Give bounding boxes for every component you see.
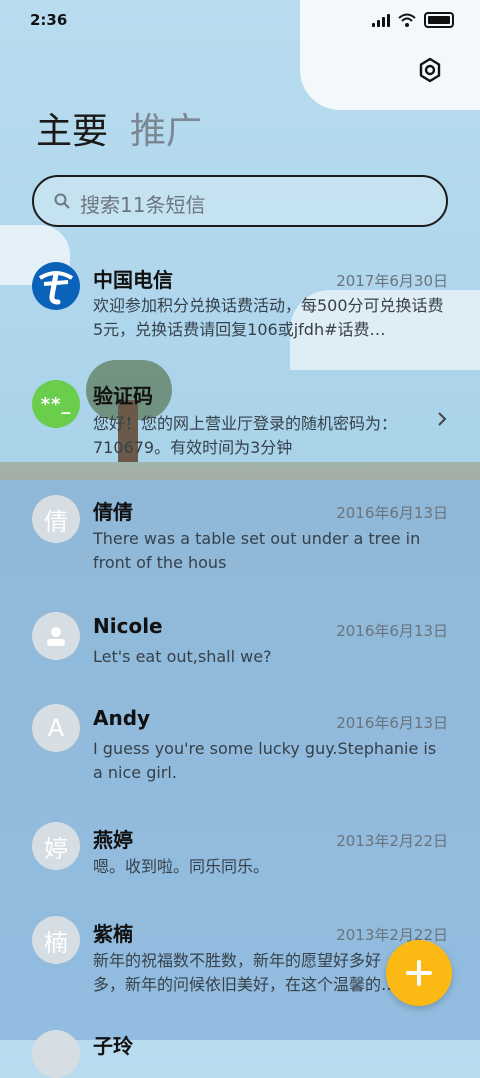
message-date: 2017年6月30日: [336, 272, 448, 290]
chevron-right-icon[interactable]: [436, 412, 448, 426]
message-preview: There was a table set out under a tree i…: [93, 529, 421, 572]
message-preview: 您好！您的网上营业厅登录的随机密码为：710679。有效时间为3分钟: [93, 414, 398, 457]
tab-primary[interactable]: 主要: [36, 108, 108, 156]
message-date: 2016年6月13日: [336, 504, 448, 522]
message-preview: I guess you're some lucky guy.Stephanie …: [93, 739, 437, 782]
avatar: [32, 262, 80, 310]
status-time: 2:36: [30, 11, 68, 29]
contact-name: 燕婷: [93, 828, 133, 852]
avatar: [32, 612, 80, 660]
avatar: 楠: [32, 916, 80, 964]
conversation-row[interactable]: Nicole 2016年6月13日 Let's eat out,shall we…: [0, 608, 480, 688]
person-icon: [47, 627, 65, 646]
signal-icon: [372, 13, 390, 27]
folder-tabs: 主要 推广: [36, 108, 202, 156]
message-preview: 新年的祝福数不胜数，新年的愿望好多好多，新年的问候依旧美好，在这个温馨的时刻: [93, 951, 397, 994]
search-bar[interactable]: 搜索11条短信: [32, 175, 448, 227]
status-bar: 2:36: [0, 0, 480, 40]
contact-name: 紫楠: [93, 922, 133, 946]
avatar: 婷: [32, 822, 80, 870]
search-icon: [54, 193, 70, 209]
battery-icon: [424, 12, 454, 28]
message-preview: Let's eat out,shall we?: [93, 647, 272, 666]
conversation-row[interactable]: 婷 燕婷 2013年2月22日 嗯。收到啦。同乐同乐。: [0, 822, 480, 898]
contact-name: 倩倩: [93, 500, 133, 524]
contact-name: 子玲: [93, 1034, 133, 1058]
avatar: **_: [32, 380, 80, 428]
conversation-row[interactable]: **_ 验证码 您好！您的网上营业厅登录的随机密码为：710679。有效时间为3…: [0, 372, 480, 468]
status-icons: [372, 12, 454, 28]
contact-name: 验证码: [93, 384, 153, 408]
new-message-button[interactable]: [386, 940, 452, 1006]
china-telecom-logo: [32, 262, 80, 310]
contact-name: Andy: [93, 706, 151, 730]
contact-name: Nicole: [93, 614, 163, 638]
settings-icon[interactable]: [416, 56, 444, 84]
message-date: 2013年2月22日: [336, 832, 448, 850]
message-preview: 欢迎参加积分兑换话费活动，每500分可兑换话费5元，兑换话费请回复106或jfd…: [93, 296, 444, 339]
search-input[interactable]: 搜索11条短信: [80, 189, 205, 218]
tab-promotions[interactable]: 推广: [130, 108, 202, 156]
contact-name: 中国电信: [93, 268, 173, 292]
message-date: 2016年6月13日: [336, 714, 448, 732]
avatar: [32, 1030, 80, 1078]
conversation-row[interactable]: 倩 倩倩 2016年6月13日 There was a table set ou…: [0, 492, 480, 588]
message-preview: 嗯。收到啦。同乐同乐。: [93, 857, 270, 876]
avatar: 倩: [32, 495, 80, 543]
conversation-row[interactable]: 子玲: [0, 1028, 480, 1078]
conversation-row[interactable]: A Andy 2016年6月13日 I guess you're some lu…: [0, 704, 480, 800]
message-date: 2016年6月13日: [336, 622, 448, 640]
conversation-row[interactable]: 中国电信 2017年6月30日 欢迎参加积分兑换话费活动，每500分可兑换话费5…: [0, 248, 480, 358]
wifi-icon: [398, 13, 416, 27]
avatar: A: [32, 704, 80, 752]
